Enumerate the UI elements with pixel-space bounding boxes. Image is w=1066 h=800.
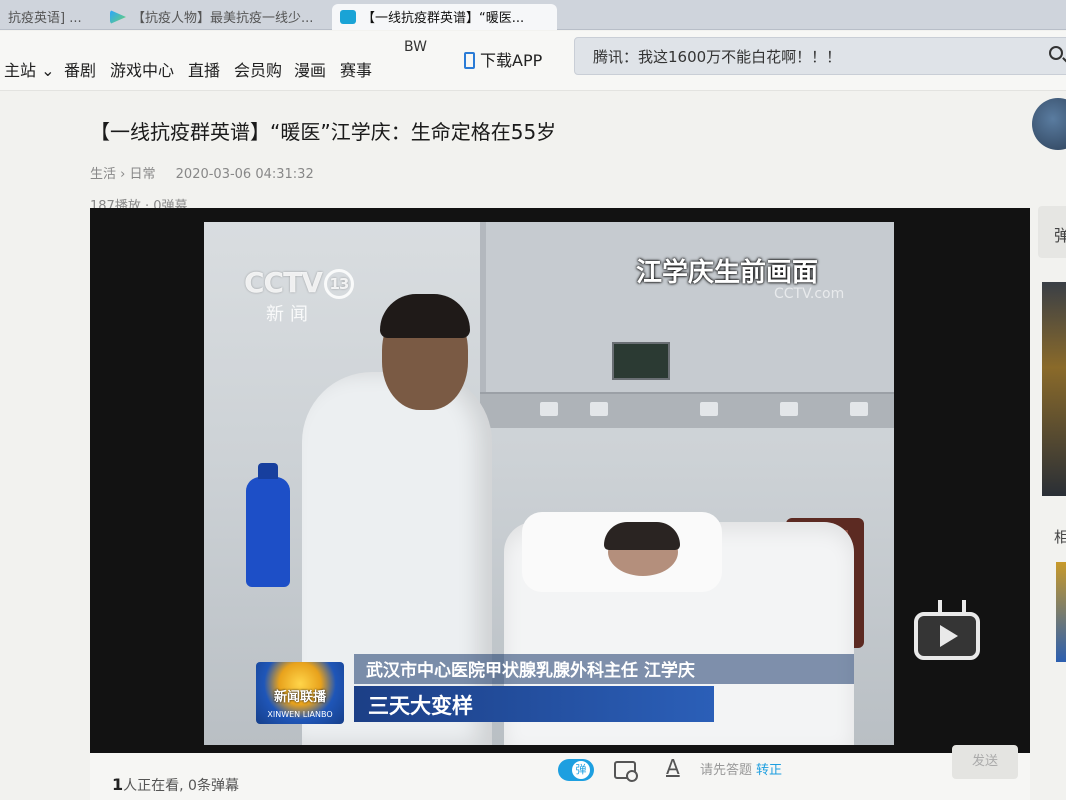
thermos-bottle (246, 463, 290, 587)
browser-tab-1[interactable]: 抗疫英语] ... (0, 4, 98, 30)
video-meta: 生活 › 日常 2020-03-06 04:31:32 (90, 163, 314, 182)
nav-item-bangumi[interactable]: 番剧 (64, 57, 96, 81)
lower-third-name: 武汉市中心医院甲状腺乳腺外科主任 江学庆 (366, 661, 695, 681)
video-play-icon (110, 10, 126, 24)
danmaku-toggle[interactable]: 弹 (558, 759, 594, 781)
wall-rail (480, 392, 894, 428)
breadcrumb-subcategory[interactable]: 日常 (130, 167, 156, 182)
video-frame[interactable]: CCTV 13 新闻 江学庆生前画面 CCTV.com 新闻联播 XINWEN L… (204, 222, 894, 745)
browser-tab-strip: 抗疫英语] ... 【抗疫人物】最美抗疫一线少... 【一线抗疫群英谱】“暖医.… (0, 0, 1066, 30)
font-style-icon[interactable]: A (666, 755, 680, 779)
wall-panel (480, 222, 894, 412)
nav-item-esports[interactable]: 赛事 (340, 57, 372, 81)
lower-third-headline: 三天大变样 (368, 694, 473, 718)
become-member-link[interactable]: 转正 (756, 763, 782, 778)
nav-item-bw[interactable]: BW (404, 39, 427, 55)
site-nav: 主站 ⌄ 番剧 游戏中心 直播 会员购 漫画 赛事 BW 下载APP 腾讯：我这… (0, 31, 1066, 91)
breadcrumb-category[interactable]: 生活 (90, 167, 116, 182)
lower-third: 武汉市中心医院甲状腺乳腺外科主任 江学庆 三天大变样 (354, 654, 854, 730)
browser-tab-active[interactable]: 【一线抗疫群英谱】“暖医... (332, 4, 557, 30)
send-button[interactable]: 发送 (952, 745, 1018, 779)
video-title: 【一线抗疫群英谱】“暖医”江学庆：生命定格在55岁 (90, 120, 557, 144)
sidebar-section-label: 相 (1054, 528, 1066, 546)
video-player[interactable]: CCTV 13 新闻 江学庆生前画面 CCTV.com 新闻联播 XINWEN L… (90, 208, 1030, 753)
nav-item-live[interactable]: 直播 (188, 57, 220, 81)
avatar[interactable] (1032, 98, 1066, 150)
player-control-bar: 1人正在看, 0条弹幕 弹 A 请先答题 转正 发送 (90, 745, 1030, 800)
sidebar-thumbnail-2[interactable] (1056, 562, 1066, 662)
search-icon[interactable] (1049, 46, 1063, 60)
download-app-link[interactable]: 下载APP (464, 47, 542, 71)
publish-date: 2020-03-06 04:31:32 (175, 167, 314, 182)
frame-caption: 江学庆生前画面 (636, 258, 819, 288)
search-input[interactable]: 腾讯：我这1600万不能白花啊！！！ (593, 46, 841, 67)
nav-item-manga[interactable]: 漫画 (294, 57, 326, 81)
news-program-logo: 新闻联播 XINWEN LIANBO (256, 662, 344, 724)
cctv-logo: CCTV 13 (244, 266, 354, 299)
sidebar-thumbnail[interactable] (1042, 282, 1066, 496)
browser-tab-2[interactable]: 【抗疫人物】最美抗疫一线少... (102, 4, 330, 30)
wall-monitor (612, 342, 670, 380)
danmaku-input-hint[interactable]: 请先答题 转正 (700, 759, 782, 778)
bilibili-icon (340, 10, 356, 24)
chevron-right-icon: › (120, 167, 130, 182)
chevron-down-icon: ⌄ (36, 61, 55, 80)
viewers-status: 1人正在看, 0条弹幕 (112, 775, 239, 794)
nav-item-main[interactable]: 主站 ⌄ (4, 57, 55, 81)
tv-play-icon[interactable] (914, 612, 980, 660)
danmaku-settings-icon[interactable] (614, 761, 638, 782)
frame-watermark: CCTV.com (774, 286, 845, 302)
cctv-sub-label: 新闻 (266, 304, 314, 325)
sidebar-danmaku-tab[interactable]: 弹 (1038, 206, 1066, 258)
search-box[interactable]: 腾讯：我这1600万不能白花啊！！！ (574, 37, 1066, 75)
nav-item-mall[interactable]: 会员购 (234, 57, 282, 81)
phone-icon (464, 52, 475, 69)
nav-item-game-center[interactable]: 游戏中心 (110, 57, 174, 81)
